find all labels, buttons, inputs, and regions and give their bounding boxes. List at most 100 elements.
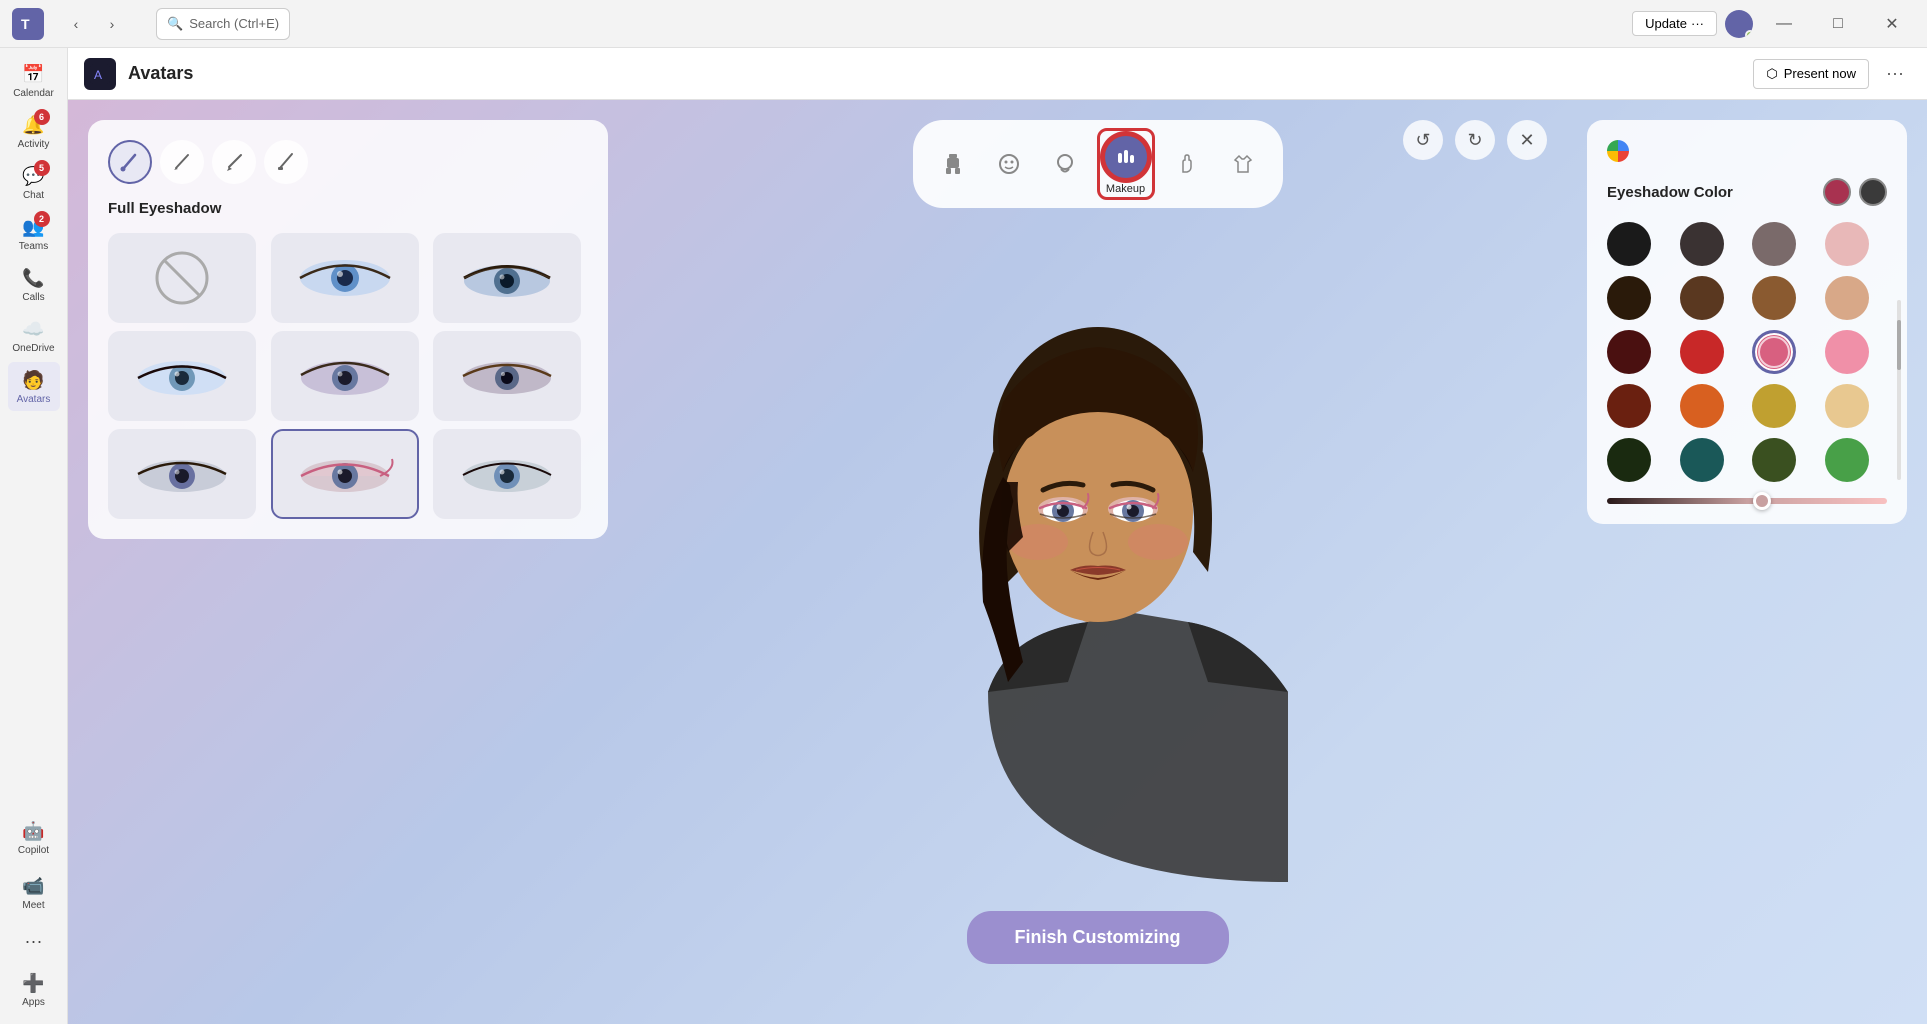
color-swatch-14[interactable] bbox=[1680, 384, 1724, 428]
eye-option-6[interactable] bbox=[108, 429, 256, 519]
color-swatch-11[interactable] bbox=[1752, 330, 1796, 374]
makeup-label: Makeup bbox=[1106, 183, 1145, 195]
chat-badge: 5 bbox=[34, 160, 50, 176]
eye-option-8[interactable] bbox=[433, 429, 581, 519]
maximize-button[interactable]: □ bbox=[1815, 8, 1861, 40]
color-slider-track[interactable] bbox=[1607, 498, 1887, 504]
close-button[interactable]: ✕ bbox=[1869, 8, 1915, 40]
tool-tab-brush1[interactable] bbox=[108, 140, 152, 184]
color-preview-secondary[interactable] bbox=[1859, 178, 1887, 206]
svg-text:T: T bbox=[21, 16, 30, 32]
color-swatch-3[interactable] bbox=[1752, 222, 1796, 266]
online-badge bbox=[1745, 30, 1753, 38]
back-button[interactable]: ‹ bbox=[60, 8, 92, 40]
activity-badge: 6 bbox=[34, 109, 50, 125]
sidebar-item-more[interactable]: ··· bbox=[8, 923, 60, 959]
color-swatch-8[interactable] bbox=[1825, 276, 1869, 320]
present-now-button[interactable]: ⬡ Present now bbox=[1753, 59, 1869, 89]
eye-option-3[interactable] bbox=[108, 331, 256, 421]
header-more-button[interactable]: ··· bbox=[1879, 58, 1911, 90]
toolbar-head-button[interactable] bbox=[1041, 140, 1089, 188]
tool-tabs bbox=[108, 140, 588, 184]
color-swatch-16[interactable] bbox=[1825, 384, 1869, 428]
toolbar-face-wrap bbox=[985, 140, 1033, 188]
color-swatch-5[interactable] bbox=[1607, 276, 1651, 320]
color-swatch-2[interactable] bbox=[1680, 222, 1724, 266]
color-swatch-1[interactable] bbox=[1607, 222, 1651, 266]
color-panel-header bbox=[1607, 140, 1887, 162]
color-slider-thumb[interactable] bbox=[1753, 492, 1771, 510]
toolbar-makeup-button[interactable] bbox=[1102, 133, 1150, 181]
close-avatar-button[interactable]: ✕ bbox=[1507, 120, 1547, 160]
color-swatch-15[interactable] bbox=[1752, 384, 1796, 428]
color-swatch-7[interactable] bbox=[1752, 276, 1796, 320]
finish-customizing-button[interactable]: Finish Customizing bbox=[967, 911, 1229, 964]
sidebar-item-chat[interactable]: 💬 5 Chat bbox=[8, 158, 60, 207]
redo-button[interactable]: ↻ bbox=[1455, 120, 1495, 160]
search-icon: 🔍 bbox=[167, 16, 183, 32]
toolbar-face-button[interactable] bbox=[985, 140, 1033, 188]
main-area: A Avatars ⬡ Present now ··· bbox=[68, 48, 1927, 1024]
tool-tab-brush2[interactable] bbox=[160, 140, 204, 184]
calls-icon: 📞 bbox=[22, 266, 46, 290]
eye-option-2[interactable] bbox=[433, 233, 581, 323]
toolbar-outfit-wrap bbox=[1219, 140, 1267, 188]
eye-option-5[interactable] bbox=[433, 331, 581, 421]
color-swatch-6[interactable] bbox=[1680, 276, 1724, 320]
tool-tab-brush3[interactable] bbox=[212, 140, 256, 184]
color-swatch-10[interactable] bbox=[1680, 330, 1724, 374]
sidebar-item-calendar[interactable]: 📅 Calendar bbox=[8, 56, 60, 105]
toolbar-outfit-button[interactable] bbox=[1219, 140, 1267, 188]
avatar-character bbox=[898, 312, 1298, 892]
present-icon: ⬡ bbox=[1766, 66, 1777, 82]
sidebar-label-apps: Apps bbox=[22, 997, 45, 1008]
color-swatch-17[interactable] bbox=[1607, 438, 1651, 482]
sidebar-item-copilot[interactable]: 🤖 Copilot bbox=[8, 813, 60, 862]
color-swatch-13[interactable] bbox=[1607, 384, 1651, 428]
sidebar-label-copilot: Copilot bbox=[18, 845, 49, 856]
sidebar-item-avatars[interactable]: 🧑 Avatars bbox=[8, 362, 60, 411]
search-bar[interactable]: 🔍 Search (Ctrl+E) bbox=[156, 8, 290, 40]
color-swatch-4[interactable] bbox=[1825, 222, 1869, 266]
color-preview-primary[interactable] bbox=[1823, 178, 1851, 206]
color-grid bbox=[1607, 222, 1887, 482]
sidebar-item-activity[interactable]: 🔔 6 Activity bbox=[8, 107, 60, 156]
color-swatch-18[interactable] bbox=[1680, 438, 1724, 482]
color-swatch-9[interactable] bbox=[1607, 330, 1651, 374]
copilot-icon: 🤖 bbox=[22, 819, 46, 843]
eye-option-1[interactable] bbox=[271, 233, 419, 323]
section-title: Full Eyeshadow bbox=[108, 200, 588, 217]
sidebar-bottom: 🤖 Copilot 📹 Meet ··· ➕ Apps bbox=[8, 813, 60, 1016]
title-bar-right: Update ··· — □ ✕ bbox=[1632, 8, 1927, 40]
tool-tab-brush4[interactable] bbox=[264, 140, 308, 184]
sidebar-item-calls[interactable]: 📞 Calls bbox=[8, 260, 60, 309]
title-bar: T ‹ › 🔍 Search (Ctrl+E) Update ··· — □ ✕ bbox=[0, 0, 1927, 48]
color-swatch-12[interactable] bbox=[1825, 330, 1869, 374]
toolbar-body-wrap bbox=[929, 140, 977, 188]
toolbar-gesture-button[interactable] bbox=[1163, 140, 1211, 188]
color-swatch-20[interactable] bbox=[1825, 438, 1869, 482]
apps-icon: ➕ bbox=[22, 971, 46, 995]
sidebar-label-calls: Calls bbox=[22, 292, 44, 303]
sidebar-label-avatars: Avatars bbox=[17, 394, 51, 405]
eye-option-none[interactable] bbox=[108, 233, 256, 323]
sidebar-item-teams[interactable]: 👥 2 Teams bbox=[8, 209, 60, 258]
onedrive-icon: ☁️ bbox=[22, 317, 46, 341]
toolbar-body-button[interactable] bbox=[929, 140, 977, 188]
slider-section bbox=[1607, 498, 1887, 504]
eye-option-4[interactable] bbox=[271, 331, 419, 421]
eye-option-7[interactable] bbox=[271, 429, 419, 519]
sidebar-item-apps[interactable]: ➕ Apps bbox=[8, 965, 60, 1014]
minimize-button[interactable]: — bbox=[1761, 8, 1807, 40]
scroll-thumb[interactable] bbox=[1897, 320, 1901, 370]
sidebar-item-meet[interactable]: 📹 Meet bbox=[8, 868, 60, 917]
undo-button[interactable]: ↺ bbox=[1403, 120, 1443, 160]
update-button[interactable]: Update ··· bbox=[1632, 11, 1717, 36]
user-avatar[interactable] bbox=[1725, 10, 1753, 38]
color-swatch-19[interactable] bbox=[1752, 438, 1796, 482]
sidebar-item-onedrive[interactable]: ☁️ OneDrive bbox=[8, 311, 60, 360]
left-panel: Full Eyeshadow bbox=[88, 120, 608, 539]
avatars-icon: 🧑 bbox=[22, 368, 46, 392]
forward-button[interactable]: › bbox=[96, 8, 128, 40]
top-toolbar: Makeup bbox=[913, 120, 1283, 208]
